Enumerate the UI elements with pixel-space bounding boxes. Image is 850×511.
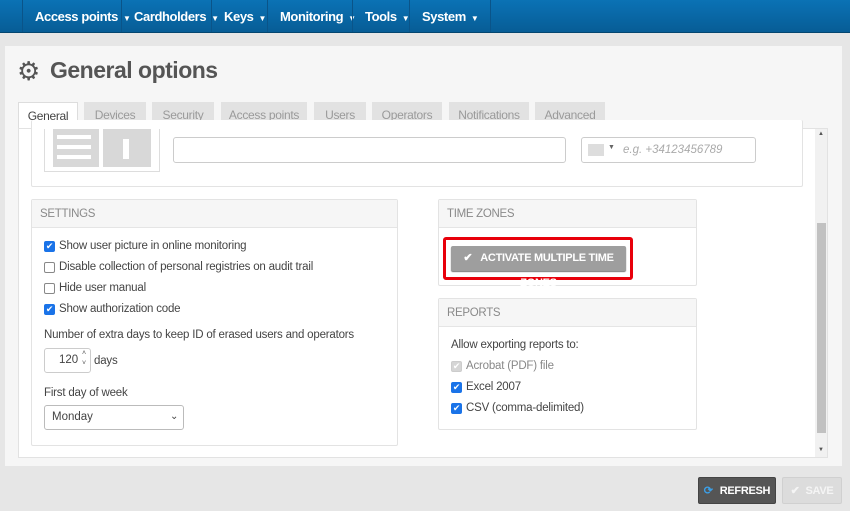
checkbox-icon[interactable] xyxy=(44,261,55,273)
checkbox-checked-icon[interactable]: ✔ xyxy=(44,303,55,315)
nav-system[interactable]: System ▼ xyxy=(409,0,492,32)
checkbox-hide-manual[interactable]: Hide user manual xyxy=(44,282,146,294)
chevron-down-icon: ⌄ xyxy=(170,411,179,422)
reports-label: Allow exporting reports to: xyxy=(451,339,579,351)
select-value: Monday xyxy=(52,411,93,423)
check-icon: ✔ xyxy=(790,485,800,497)
save-button[interactable]: ✔ SAVE xyxy=(782,477,842,504)
time-zones-header: TIME ZONES xyxy=(439,200,696,228)
checkbox-label: Disable collection of personal registrie… xyxy=(59,261,314,273)
phone-field[interactable]: ▼ e.g. +34123456789 xyxy=(581,137,756,163)
contact-input[interactable] xyxy=(173,137,566,163)
checkbox-checked-icon: ✔ xyxy=(451,360,462,372)
checkbox-csv[interactable]: ✔ CSV (comma-delimited) xyxy=(451,402,584,414)
gear-icon: ⚙ xyxy=(17,56,41,86)
stepper-value: 120 xyxy=(59,354,79,366)
first-day-label: First day of week xyxy=(44,387,128,399)
checkbox-excel[interactable]: ✔ Excel 2007 xyxy=(451,381,521,393)
checkbox-show-picture[interactable]: ✔ Show user picture in online monitoring xyxy=(44,240,247,252)
checkbox-label: CSV (comma-delimited) xyxy=(466,402,584,414)
refresh-icon: ⟳ xyxy=(703,485,713,497)
checkbox-label: Show authorization code xyxy=(59,303,181,315)
scroll-up-icon[interactable]: ▲ xyxy=(818,131,824,137)
nav-label: System xyxy=(422,9,466,24)
settings-header: SETTINGS xyxy=(32,200,397,228)
user-picture[interactable] xyxy=(44,129,160,172)
check-icon: ✔ xyxy=(463,252,473,264)
extra-days-label: Number of extra days to keep ID of erase… xyxy=(44,329,354,341)
button-label: REFRESH xyxy=(719,485,771,497)
checkbox-icon[interactable] xyxy=(44,282,55,294)
checkbox-label: Show user picture in online monitoring xyxy=(59,240,247,252)
checkbox-checked-icon[interactable]: ✔ xyxy=(44,240,55,252)
checkbox-auth-code[interactable]: ✔ Show authorization code xyxy=(44,303,181,315)
checkbox-disable-audit[interactable]: Disable collection of personal registrie… xyxy=(44,261,313,273)
checkbox-checked-icon[interactable]: ✔ xyxy=(451,402,462,414)
first-day-select[interactable]: Monday ⌄ xyxy=(44,405,184,430)
refresh-button[interactable]: ⟳ REFRESH xyxy=(698,477,776,504)
days-unit: days xyxy=(94,355,118,367)
flag-icon[interactable] xyxy=(588,144,604,156)
chevron-down-icon: ▼ xyxy=(258,14,267,23)
nav-label: Keys xyxy=(224,9,254,24)
nav-label: Monitoring xyxy=(280,9,344,24)
reports-header: REPORTS xyxy=(439,299,696,327)
extra-days-stepper[interactable]: 120 ˄ ˅ xyxy=(44,348,91,373)
chevron-down-icon: ▼ xyxy=(470,14,479,23)
checkbox-pdf[interactable]: ✔ Acrobat (PDF) file xyxy=(451,360,554,372)
activate-time-zones-button[interactable]: ✔ ACTIVATE MULTIPLE TIME ZONES xyxy=(451,246,626,289)
caret-down-icon[interactable]: ▼ xyxy=(608,144,615,151)
phone-placeholder: e.g. +34123456789 xyxy=(623,144,723,156)
button-label: SAVE xyxy=(805,485,834,497)
scrollbar-thumb[interactable] xyxy=(817,223,826,433)
checkbox-label: Hide user manual xyxy=(59,282,146,294)
nav-label: Access points xyxy=(35,9,118,24)
page-title: General options xyxy=(50,57,218,83)
checkbox-label: Excel 2007 xyxy=(466,381,521,393)
checkbox-label: Acrobat (PDF) file xyxy=(466,360,554,372)
scroll-down-icon[interactable]: ▼ xyxy=(818,447,824,453)
nav-label: Tools xyxy=(365,9,397,24)
nav-label: Cardholders xyxy=(134,9,207,24)
checkbox-checked-icon[interactable]: ✔ xyxy=(451,381,462,393)
top-nav: Access points ▼ Cardholders ▼ Keys ▼ Monito… xyxy=(0,0,850,33)
stepper-down-icon[interactable]: ˅ xyxy=(82,360,86,367)
stepper-up-icon[interactable]: ˄ xyxy=(82,350,86,357)
